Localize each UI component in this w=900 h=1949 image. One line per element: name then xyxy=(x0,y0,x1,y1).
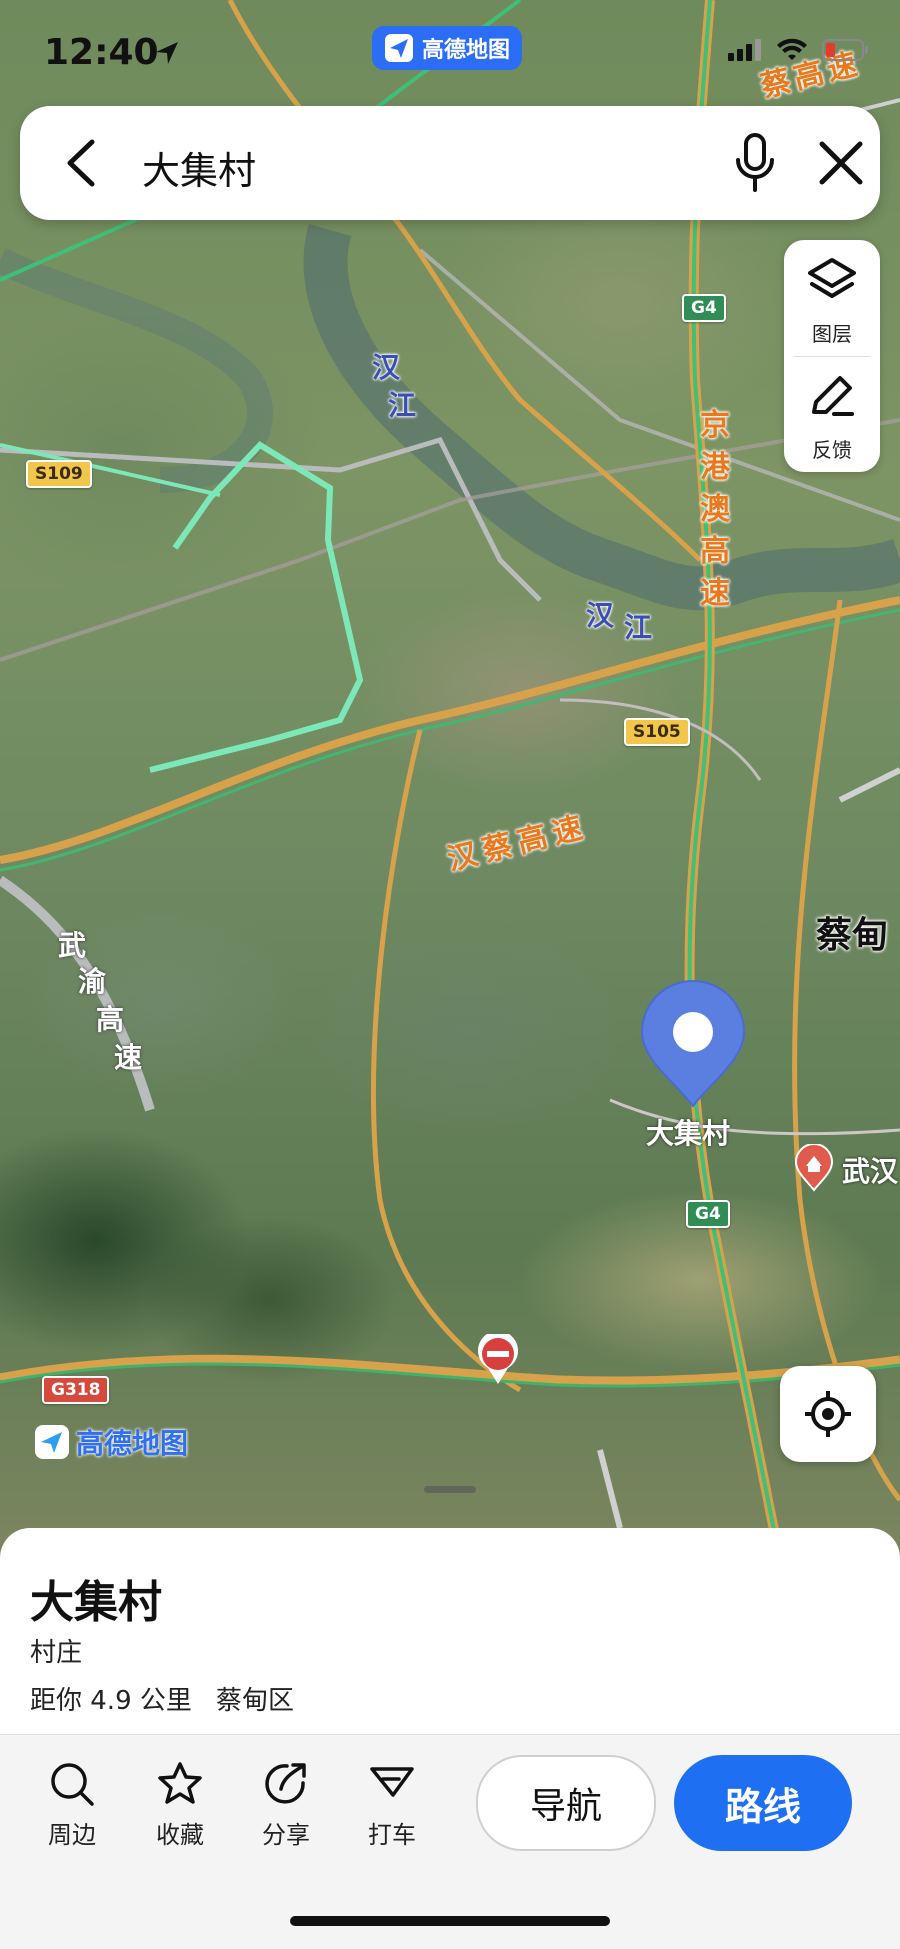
crosshair-icon xyxy=(805,1391,851,1437)
cellular-signal-icon xyxy=(728,39,761,61)
shield-s109: S109 xyxy=(26,460,92,488)
favorite-label: 收藏 xyxy=(156,1821,204,1849)
wifi-icon xyxy=(777,38,807,60)
sheet-drag-handle[interactable] xyxy=(424,1486,476,1493)
edit-pen-icon xyxy=(812,376,854,416)
highway-label-wu: 武 xyxy=(58,929,87,962)
highway-label-gao: 高 xyxy=(700,534,730,569)
status-time: 12:40 xyxy=(44,32,159,73)
status-indicators xyxy=(728,38,870,62)
close-icon[interactable] xyxy=(816,138,866,188)
map-roads-layer xyxy=(0,0,900,1560)
share-button[interactable]: 分享 xyxy=(240,1761,332,1850)
amap-watermark: 高德地图 xyxy=(34,1422,188,1462)
shield-g4-top: G4 xyxy=(682,294,726,322)
chevron-left-icon[interactable] xyxy=(58,136,108,190)
locate-me-button[interactable] xyxy=(780,1366,876,1462)
highway-label-yu: 渝 xyxy=(78,965,107,998)
taxi-label: 打车 xyxy=(368,1821,416,1849)
taxi-button[interactable]: 打车 xyxy=(346,1761,438,1850)
feedback-label: 反馈 xyxy=(812,438,852,462)
shield-g318: G318 xyxy=(42,1376,110,1404)
search-query[interactable]: 大集村 xyxy=(142,140,256,195)
place-distance: 距你 4.9 公里 xyxy=(30,1686,192,1716)
highway-label-wuyu-su: 速 xyxy=(114,1041,143,1074)
river-label-han: 汉 xyxy=(372,351,401,384)
shield-s105: S105 xyxy=(624,718,690,746)
favorite-button[interactable]: 收藏 xyxy=(134,1761,226,1850)
battery-low-icon xyxy=(822,39,868,61)
river-label-jiang-2: 江 xyxy=(624,611,653,644)
river-label-han-2: 汉 xyxy=(586,599,615,632)
highway-label-ao: 澳 xyxy=(700,492,730,527)
layers-icon xyxy=(808,258,856,298)
place-type: 村庄 xyxy=(30,1638,83,1668)
share-icon xyxy=(265,1763,306,1804)
river-label-jiang: 江 xyxy=(388,389,417,422)
place-district: 蔡甸区 xyxy=(216,1686,295,1716)
nearby-button[interactable]: 周边 xyxy=(26,1761,118,1850)
layers-label: 图层 xyxy=(812,322,852,346)
no-entry-icon xyxy=(478,1334,518,1384)
scenic-poi-icon[interactable] xyxy=(794,1144,834,1192)
highway-label-jing: 京 xyxy=(700,408,730,443)
district-label-caidian: 蔡甸 xyxy=(816,915,889,956)
layers-button[interactable]: 图层 xyxy=(784,240,880,356)
place-detail-sheet: 大集村 村庄 距你 4.9 公里 蔡甸区 周边 收藏 分享 打车 导航 路线 xyxy=(0,1528,900,1949)
app-badge-label: 高德地图 xyxy=(422,38,511,63)
star-icon xyxy=(158,1762,202,1804)
feedback-button[interactable]: 反馈 xyxy=(784,356,880,472)
map-tool-panel: 图层 反馈 xyxy=(784,240,880,472)
amap-badge-icon xyxy=(385,34,413,62)
highway-label-su: 速 xyxy=(700,576,730,611)
poi-label: 武汉 xyxy=(842,1155,899,1188)
share-label: 分享 xyxy=(262,1821,310,1849)
shield-g4-bottom: G4 xyxy=(686,1200,730,1228)
place-title: 大集村 xyxy=(30,1577,162,1628)
amap-logo-icon xyxy=(35,1425,69,1459)
navigate-button[interactable]: 导航 xyxy=(476,1755,656,1851)
microphone-icon[interactable] xyxy=(730,132,780,194)
location-pin-icon[interactable] xyxy=(638,980,748,1110)
search-bar[interactable]: 大集村 xyxy=(20,106,880,220)
taxi-icon xyxy=(370,1767,414,1797)
app-badge[interactable]: 高德地图 xyxy=(372,26,523,70)
highway-label-wuyu-gao: 高 xyxy=(96,1003,125,1036)
pin-label: 大集村 xyxy=(646,1117,731,1150)
search-icon xyxy=(51,1763,94,1806)
watermark-text: 高德地图 xyxy=(76,1427,189,1460)
location-arrow-icon xyxy=(156,42,178,64)
map-view[interactable]: 汉 江 汉 江 京 港 澳 高 速 汉蔡高速 蔡高速 武 渝 高 速 G4 G4… xyxy=(0,0,900,1560)
route-button[interactable]: 路线 xyxy=(674,1755,852,1851)
nearby-label: 周边 xyxy=(48,1821,96,1849)
highway-label-gang: 港 xyxy=(700,450,730,485)
home-indicator[interactable] xyxy=(290,1916,610,1926)
